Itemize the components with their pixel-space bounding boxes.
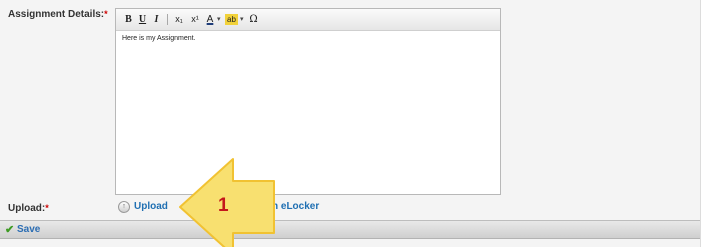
callout-number: 1 <box>218 195 229 216</box>
callout-arrow-icon <box>179 158 275 247</box>
